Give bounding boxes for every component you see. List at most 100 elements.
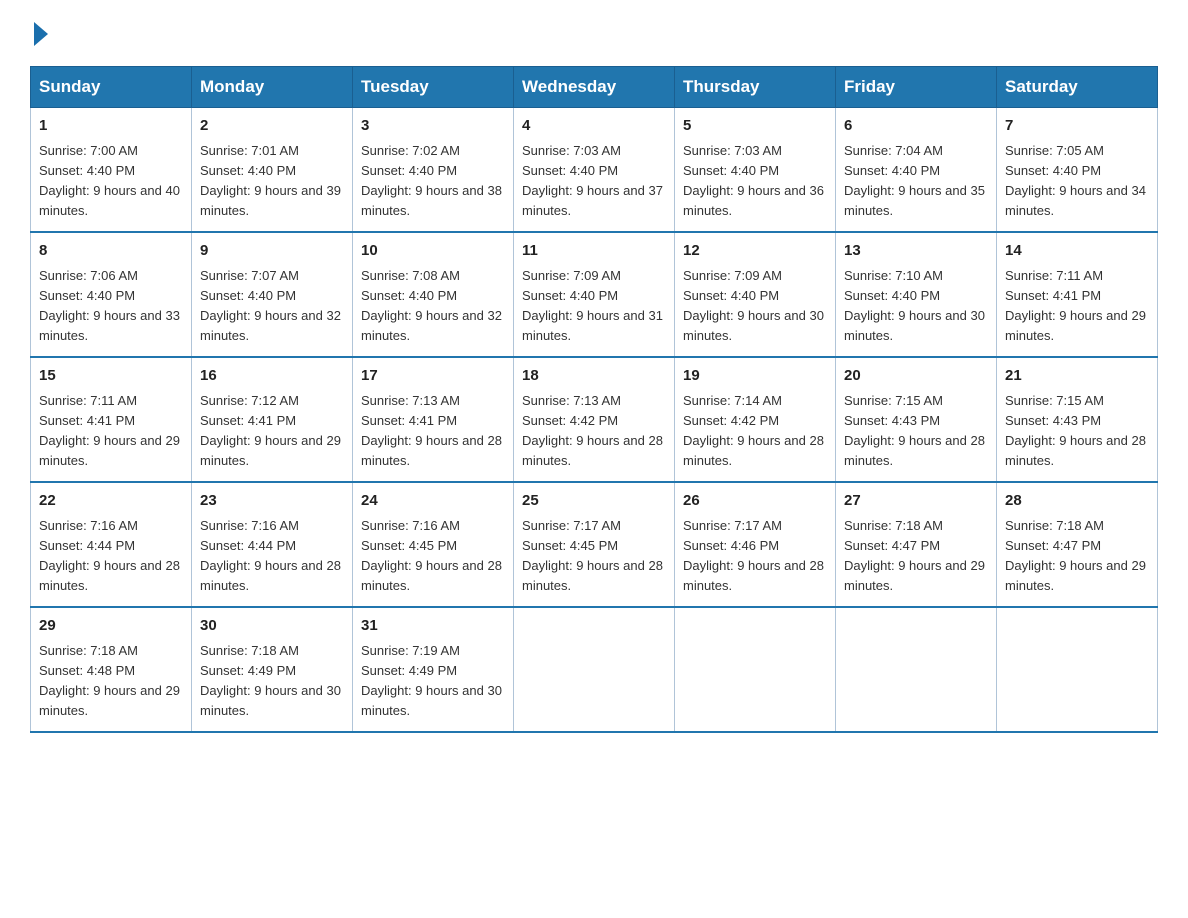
calendar-cell: 11 Sunrise: 7:09 AMSunset: 4:40 PMDaylig… — [514, 232, 675, 357]
calendar-cell: 25 Sunrise: 7:17 AMSunset: 4:45 PMDaylig… — [514, 482, 675, 607]
day-info: Sunrise: 7:17 AMSunset: 4:46 PMDaylight:… — [683, 518, 824, 593]
day-number: 3 — [361, 115, 505, 138]
day-number: 1 — [39, 115, 183, 138]
day-number: 22 — [39, 490, 183, 513]
day-number: 30 — [200, 615, 344, 638]
day-info: Sunrise: 7:11 AMSunset: 4:41 PMDaylight:… — [39, 393, 180, 468]
day-number: 17 — [361, 365, 505, 388]
calendar-cell: 2 Sunrise: 7:01 AMSunset: 4:40 PMDayligh… — [192, 108, 353, 233]
day-info: Sunrise: 7:09 AMSunset: 4:40 PMDaylight:… — [522, 268, 663, 343]
calendar-cell: 16 Sunrise: 7:12 AMSunset: 4:41 PMDaylig… — [192, 357, 353, 482]
day-number: 15 — [39, 365, 183, 388]
day-info: Sunrise: 7:03 AMSunset: 4:40 PMDaylight:… — [683, 143, 824, 218]
calendar-cell: 24 Sunrise: 7:16 AMSunset: 4:45 PMDaylig… — [353, 482, 514, 607]
day-info: Sunrise: 7:06 AMSunset: 4:40 PMDaylight:… — [39, 268, 180, 343]
calendar-cell: 29 Sunrise: 7:18 AMSunset: 4:48 PMDaylig… — [31, 607, 192, 732]
weekday-header-monday: Monday — [192, 67, 353, 108]
calendar-cell: 21 Sunrise: 7:15 AMSunset: 4:43 PMDaylig… — [997, 357, 1158, 482]
day-info: Sunrise: 7:14 AMSunset: 4:42 PMDaylight:… — [683, 393, 824, 468]
day-number: 19 — [683, 365, 827, 388]
weekday-header-thursday: Thursday — [675, 67, 836, 108]
calendar-cell: 6 Sunrise: 7:04 AMSunset: 4:40 PMDayligh… — [836, 108, 997, 233]
calendar-cell: 8 Sunrise: 7:06 AMSunset: 4:40 PMDayligh… — [31, 232, 192, 357]
calendar-cell: 19 Sunrise: 7:14 AMSunset: 4:42 PMDaylig… — [675, 357, 836, 482]
calendar-week-row: 15 Sunrise: 7:11 AMSunset: 4:41 PMDaylig… — [31, 357, 1158, 482]
day-number: 6 — [844, 115, 988, 138]
day-info: Sunrise: 7:18 AMSunset: 4:47 PMDaylight:… — [844, 518, 985, 593]
day-info: Sunrise: 7:16 AMSunset: 4:44 PMDaylight:… — [39, 518, 180, 593]
calendar-cell: 30 Sunrise: 7:18 AMSunset: 4:49 PMDaylig… — [192, 607, 353, 732]
day-number: 18 — [522, 365, 666, 388]
day-number: 9 — [200, 240, 344, 263]
day-number: 14 — [1005, 240, 1149, 263]
calendar-cell: 26 Sunrise: 7:17 AMSunset: 4:46 PMDaylig… — [675, 482, 836, 607]
calendar-cell — [836, 607, 997, 732]
day-info: Sunrise: 7:07 AMSunset: 4:40 PMDaylight:… — [200, 268, 341, 343]
calendar-cell: 17 Sunrise: 7:13 AMSunset: 4:41 PMDaylig… — [353, 357, 514, 482]
day-info: Sunrise: 7:00 AMSunset: 4:40 PMDaylight:… — [39, 143, 180, 218]
day-number: 11 — [522, 240, 666, 263]
calendar-cell: 23 Sunrise: 7:16 AMSunset: 4:44 PMDaylig… — [192, 482, 353, 607]
calendar-cell — [997, 607, 1158, 732]
calendar-cell: 27 Sunrise: 7:18 AMSunset: 4:47 PMDaylig… — [836, 482, 997, 607]
weekday-header-friday: Friday — [836, 67, 997, 108]
calendar-cell: 15 Sunrise: 7:11 AMSunset: 4:41 PMDaylig… — [31, 357, 192, 482]
weekday-header-saturday: Saturday — [997, 67, 1158, 108]
calendar-table: SundayMondayTuesdayWednesdayThursdayFrid… — [30, 66, 1158, 733]
calendar-cell: 9 Sunrise: 7:07 AMSunset: 4:40 PMDayligh… — [192, 232, 353, 357]
day-number: 5 — [683, 115, 827, 138]
day-info: Sunrise: 7:18 AMSunset: 4:47 PMDaylight:… — [1005, 518, 1146, 593]
day-info: Sunrise: 7:11 AMSunset: 4:41 PMDaylight:… — [1005, 268, 1146, 343]
day-number: 7 — [1005, 115, 1149, 138]
day-number: 26 — [683, 490, 827, 513]
weekday-header-sunday: Sunday — [31, 67, 192, 108]
day-info: Sunrise: 7:13 AMSunset: 4:42 PMDaylight:… — [522, 393, 663, 468]
calendar-cell: 20 Sunrise: 7:15 AMSunset: 4:43 PMDaylig… — [836, 357, 997, 482]
day-number: 28 — [1005, 490, 1149, 513]
day-number: 8 — [39, 240, 183, 263]
day-info: Sunrise: 7:08 AMSunset: 4:40 PMDaylight:… — [361, 268, 502, 343]
day-number: 31 — [361, 615, 505, 638]
day-number: 21 — [1005, 365, 1149, 388]
day-info: Sunrise: 7:03 AMSunset: 4:40 PMDaylight:… — [522, 143, 663, 218]
day-info: Sunrise: 7:19 AMSunset: 4:49 PMDaylight:… — [361, 643, 502, 718]
weekday-header-wednesday: Wednesday — [514, 67, 675, 108]
calendar-cell: 10 Sunrise: 7:08 AMSunset: 4:40 PMDaylig… — [353, 232, 514, 357]
page-header — [30, 20, 1158, 46]
day-info: Sunrise: 7:05 AMSunset: 4:40 PMDaylight:… — [1005, 143, 1146, 218]
day-number: 29 — [39, 615, 183, 638]
day-info: Sunrise: 7:04 AMSunset: 4:40 PMDaylight:… — [844, 143, 985, 218]
weekday-header-tuesday: Tuesday — [353, 67, 514, 108]
calendar-cell: 7 Sunrise: 7:05 AMSunset: 4:40 PMDayligh… — [997, 108, 1158, 233]
day-info: Sunrise: 7:17 AMSunset: 4:45 PMDaylight:… — [522, 518, 663, 593]
day-number: 2 — [200, 115, 344, 138]
day-info: Sunrise: 7:18 AMSunset: 4:48 PMDaylight:… — [39, 643, 180, 718]
calendar-cell: 13 Sunrise: 7:10 AMSunset: 4:40 PMDaylig… — [836, 232, 997, 357]
day-number: 10 — [361, 240, 505, 263]
calendar-cell: 31 Sunrise: 7:19 AMSunset: 4:49 PMDaylig… — [353, 607, 514, 732]
calendar-week-row: 8 Sunrise: 7:06 AMSunset: 4:40 PMDayligh… — [31, 232, 1158, 357]
day-info: Sunrise: 7:02 AMSunset: 4:40 PMDaylight:… — [361, 143, 502, 218]
day-info: Sunrise: 7:18 AMSunset: 4:49 PMDaylight:… — [200, 643, 341, 718]
calendar-cell: 14 Sunrise: 7:11 AMSunset: 4:41 PMDaylig… — [997, 232, 1158, 357]
calendar-cell: 1 Sunrise: 7:00 AMSunset: 4:40 PMDayligh… — [31, 108, 192, 233]
day-number: 13 — [844, 240, 988, 263]
calendar-cell: 22 Sunrise: 7:16 AMSunset: 4:44 PMDaylig… — [31, 482, 192, 607]
day-number: 16 — [200, 365, 344, 388]
calendar-week-row: 22 Sunrise: 7:16 AMSunset: 4:44 PMDaylig… — [31, 482, 1158, 607]
calendar-cell: 5 Sunrise: 7:03 AMSunset: 4:40 PMDayligh… — [675, 108, 836, 233]
calendar-cell: 28 Sunrise: 7:18 AMSunset: 4:47 PMDaylig… — [997, 482, 1158, 607]
day-info: Sunrise: 7:16 AMSunset: 4:45 PMDaylight:… — [361, 518, 502, 593]
calendar-header-row: SundayMondayTuesdayWednesdayThursdayFrid… — [31, 67, 1158, 108]
day-info: Sunrise: 7:15 AMSunset: 4:43 PMDaylight:… — [1005, 393, 1146, 468]
day-info: Sunrise: 7:15 AMSunset: 4:43 PMDaylight:… — [844, 393, 985, 468]
day-number: 24 — [361, 490, 505, 513]
calendar-cell — [675, 607, 836, 732]
day-number: 20 — [844, 365, 988, 388]
day-info: Sunrise: 7:16 AMSunset: 4:44 PMDaylight:… — [200, 518, 341, 593]
day-info: Sunrise: 7:10 AMSunset: 4:40 PMDaylight:… — [844, 268, 985, 343]
calendar-cell: 4 Sunrise: 7:03 AMSunset: 4:40 PMDayligh… — [514, 108, 675, 233]
calendar-cell — [514, 607, 675, 732]
calendar-cell: 3 Sunrise: 7:02 AMSunset: 4:40 PMDayligh… — [353, 108, 514, 233]
logo — [30, 20, 48, 46]
